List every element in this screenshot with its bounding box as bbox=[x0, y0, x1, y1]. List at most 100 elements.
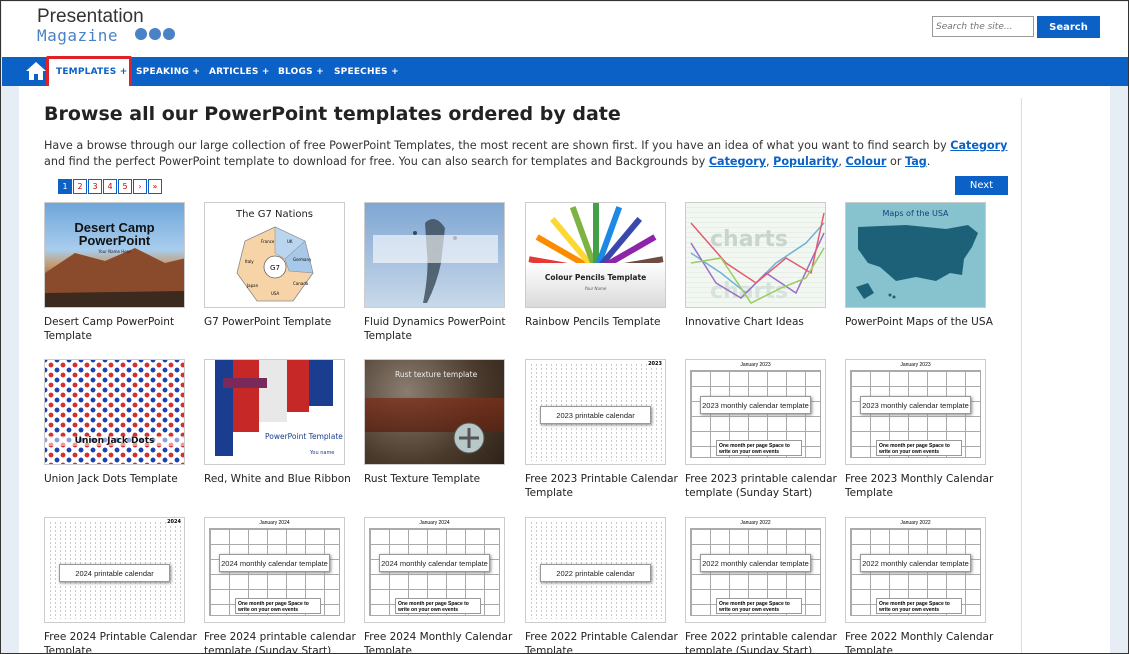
nav-item-articles[interactable]: ARTICLES + bbox=[209, 67, 270, 77]
template-card[interactable]: January 2023 2023 monthly calendar templ… bbox=[845, 359, 993, 500]
calendar-thumb-title: 2022 monthly calendar template bbox=[700, 554, 811, 572]
template-thumbnail[interactable]: January 2024 2024 monthly calendar templ… bbox=[204, 517, 345, 623]
template-title[interactable]: G7 PowerPoint Template bbox=[204, 315, 364, 329]
template-card[interactable]: PowerPoint Template You name Red, White … bbox=[204, 359, 351, 486]
template-card[interactable]: The G7 Nations G7 France UK Germany Cana… bbox=[204, 202, 345, 329]
template-card[interactable]: January 2024 2024 monthly calendar templ… bbox=[204, 517, 356, 653]
nav-item-speaking[interactable]: SPEAKING + bbox=[136, 67, 200, 77]
calendar-thumb-title: 2022 printable calendar bbox=[540, 564, 651, 582]
calendar-year-label: 2023 bbox=[648, 361, 662, 367]
template-title[interactable]: Free 2022 Monthly Calendar Template bbox=[845, 630, 1005, 653]
search-button[interactable]: Search bbox=[1037, 16, 1100, 38]
template-thumbnail[interactable]: Maps of the USA bbox=[845, 202, 986, 308]
ribbon-thumb-title: PowerPoint Template bbox=[265, 432, 343, 441]
ribbon-image bbox=[309, 360, 333, 406]
template-card[interactable]: charts charts Innovative Chart Ideas bbox=[685, 202, 826, 329]
template-title[interactable]: Union Jack Dots Template bbox=[44, 472, 204, 486]
g7-thumb-title: The G7 Nations bbox=[235, 209, 314, 220]
template-title[interactable]: Free 2023 printable calendar template (S… bbox=[685, 472, 845, 500]
popularity-link[interactable]: Popularity bbox=[773, 155, 838, 168]
template-card[interactable]: Fluid Dynamics PowerPoint Template bbox=[364, 202, 505, 343]
template-thumbnail[interactable]: January 2024 2024 monthly calendar templ… bbox=[364, 517, 505, 623]
template-card[interactable]: Rust texture template Rust Texture Templ… bbox=[364, 359, 505, 486]
template-title[interactable]: Free 2022 printable calendar template (S… bbox=[685, 630, 845, 653]
template-thumbnail[interactable]: 2023 2023 printable calendar bbox=[525, 359, 666, 465]
template-thumbnail[interactable]: January 2022 2022 monthly calendar templ… bbox=[685, 517, 826, 623]
union-jack-thumb-title: Union Jack Dots bbox=[45, 436, 184, 446]
g7-center-label: G7 bbox=[270, 264, 280, 272]
template-card[interactable]: 2024 2024 printable calendar Free 2024 P… bbox=[44, 517, 197, 653]
template-thumbnail[interactable]: 2024 2024 printable calendar bbox=[44, 517, 185, 623]
template-title[interactable]: Free 2024 Monthly Calendar Template bbox=[364, 630, 524, 653]
template-title[interactable]: Rust Texture Template bbox=[364, 472, 524, 486]
template-title[interactable]: Free 2024 Printable Calendar Template bbox=[44, 630, 204, 653]
page-1-button[interactable]: 1 bbox=[58, 179, 72, 194]
calendar-thumb-note: One month per page Space to write on you… bbox=[395, 598, 481, 614]
category-link-2[interactable]: Category bbox=[709, 155, 766, 168]
template-thumbnail[interactable]: 2022 printable calendar bbox=[525, 517, 666, 623]
template-thumbnail[interactable]: The G7 Nations G7 France UK Germany Cana… bbox=[204, 202, 345, 308]
template-title[interactable]: Red, White and Blue Ribbon bbox=[204, 472, 364, 486]
calendar-thumb-title: 2024 printable calendar bbox=[59, 564, 170, 582]
template-title[interactable]: Free 2023 Printable Calendar Template bbox=[525, 472, 685, 500]
calendar-month-head: January 2022 bbox=[740, 520, 771, 526]
tag-link[interactable]: Tag bbox=[905, 155, 927, 168]
template-card[interactable]: Desert Camp PowerPoint Your Name Here De… bbox=[44, 202, 185, 343]
template-title[interactable]: Free 2023 Monthly Calendar Template bbox=[845, 472, 1005, 500]
template-card[interactable]: 2023 2023 printable calendar Free 2023 P… bbox=[525, 359, 678, 500]
template-thumbnail[interactable]: Colour Pencils Template Your Name bbox=[525, 202, 666, 308]
desert-thumb-title: Desert Camp PowerPoint bbox=[74, 220, 155, 248]
nav-item-speeches[interactable]: SPEECHES + bbox=[334, 67, 399, 77]
nav-item-blogs[interactable]: BLOGS + bbox=[278, 67, 324, 77]
search-input[interactable] bbox=[932, 16, 1034, 37]
ribbon-image bbox=[215, 360, 233, 456]
template-thumbnail[interactable]: January 2023 2023 monthly calendar templ… bbox=[845, 359, 986, 465]
screw-image bbox=[453, 422, 485, 454]
calendar-month-head: January 2023 bbox=[740, 362, 771, 368]
template-card[interactable]: Colour Pencils Template Your Name Rainbo… bbox=[525, 202, 666, 329]
page-4-button[interactable]: 4 bbox=[103, 179, 117, 194]
pencils-thumb-title: Colour Pencils Template bbox=[544, 273, 647, 282]
template-thumbnail[interactable]: Rust texture template bbox=[364, 359, 505, 465]
colour-link[interactable]: Colour bbox=[846, 155, 887, 168]
template-thumbnail[interactable]: PowerPoint Template You name bbox=[204, 359, 345, 465]
calendar-thumb-note: One month per page Space to write on you… bbox=[716, 440, 802, 456]
template-title[interactable]: Free 2022 Printable Calendar Template bbox=[525, 630, 685, 653]
template-title[interactable]: Rainbow Pencils Template bbox=[525, 315, 685, 329]
g7-country-label: UK bbox=[287, 239, 293, 244]
g7-country-label: USA bbox=[271, 291, 280, 296]
g7-country-label: Japan bbox=[246, 283, 259, 288]
home-icon[interactable] bbox=[25, 61, 47, 81]
template-thumbnail[interactable]: Desert Camp PowerPoint Your Name Here bbox=[44, 202, 185, 308]
page-2-button[interactable]: 2 bbox=[73, 179, 87, 194]
page-next-arrow[interactable]: › bbox=[133, 179, 147, 194]
template-title[interactable]: Desert Camp PowerPoint Template bbox=[44, 315, 204, 343]
template-card[interactable]: Union Jack Dots Union Jack Dots Template bbox=[44, 359, 185, 486]
nav-highlight-box bbox=[46, 56, 132, 90]
template-card[interactable]: January 2022 2022 monthly calendar templ… bbox=[685, 517, 837, 653]
page-5-button[interactable]: 5 bbox=[118, 179, 132, 194]
template-card[interactable]: January 2023 2023 monthly calendar templ… bbox=[685, 359, 837, 500]
template-thumbnail[interactable]: January 2022 2022 monthly calendar templ… bbox=[845, 517, 986, 623]
template-card[interactable]: January 2024 2024 monthly calendar templ… bbox=[364, 517, 512, 653]
page-last-arrow[interactable]: » bbox=[148, 179, 162, 194]
template-card[interactable]: Maps of the USA PowerPoint Maps of the U… bbox=[845, 202, 993, 329]
template-title[interactable]: PowerPoint Maps of the USA bbox=[845, 315, 1005, 329]
template-thumbnail[interactable]: charts charts bbox=[685, 202, 826, 308]
template-title[interactable]: Free 2024 printable calendar template (S… bbox=[204, 630, 364, 653]
rust-thumb-title: Rust texture template bbox=[395, 370, 478, 379]
template-title[interactable]: Fluid Dynamics PowerPoint Template bbox=[364, 315, 524, 343]
template-thumbnail[interactable]: Union Jack Dots bbox=[44, 359, 185, 465]
template-card[interactable]: 2022 printable calendar Free 2022 Printa… bbox=[525, 517, 678, 653]
logo-text-magazine[interactable]: Magazine bbox=[37, 26, 118, 45]
template-card[interactable]: January 2022 2022 monthly calendar templ… bbox=[845, 517, 993, 653]
template-title[interactable]: Innovative Chart Ideas bbox=[685, 315, 845, 329]
ribbon-thumb-sub: You name bbox=[310, 450, 335, 456]
page-3-button[interactable]: 3 bbox=[88, 179, 102, 194]
category-link[interactable]: Category bbox=[950, 139, 1007, 152]
template-thumbnail[interactable]: January 2023 2023 monthly calendar templ… bbox=[685, 359, 826, 465]
next-button[interactable]: Next bbox=[955, 176, 1008, 195]
logo-text-presentation[interactable]: Presentation bbox=[37, 6, 144, 28]
ribbon-image bbox=[259, 360, 287, 422]
template-thumbnail[interactable] bbox=[364, 202, 505, 308]
